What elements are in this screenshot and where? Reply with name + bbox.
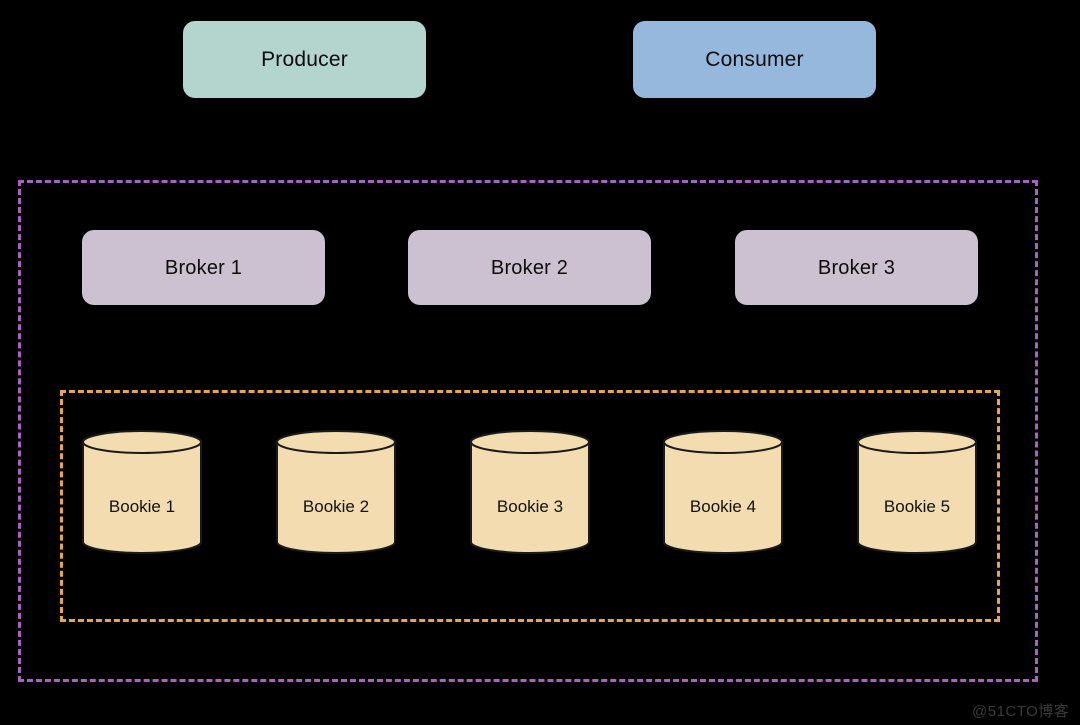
node-broker-1[interactable]: Broker 1 [82, 230, 325, 305]
node-bookie-4[interactable]: Bookie 4 [663, 430, 783, 554]
node-bookie-5[interactable]: Bookie 5 [857, 430, 977, 554]
node-consumer[interactable]: Consumer [633, 21, 876, 98]
cylinder-icon [857, 430, 977, 554]
node-broker-3[interactable]: Broker 3 [735, 230, 978, 305]
node-producer[interactable]: Producer [183, 21, 426, 98]
node-bookie-3[interactable]: Bookie 3 [470, 430, 590, 554]
node-bookie-2[interactable]: Bookie 2 [276, 430, 396, 554]
watermark: @51CTO博客 [972, 703, 1070, 720]
node-broker-2[interactable]: Broker 2 [408, 230, 651, 305]
cylinder-icon [663, 430, 783, 554]
diagram-canvas: Producer Consumer Broker 1 Broker 2 Brok… [0, 0, 1080, 725]
cylinder-icon [470, 430, 590, 554]
cylinder-icon [276, 430, 396, 554]
cylinder-icon [82, 430, 202, 554]
node-bookie-1[interactable]: Bookie 1 [82, 430, 202, 554]
